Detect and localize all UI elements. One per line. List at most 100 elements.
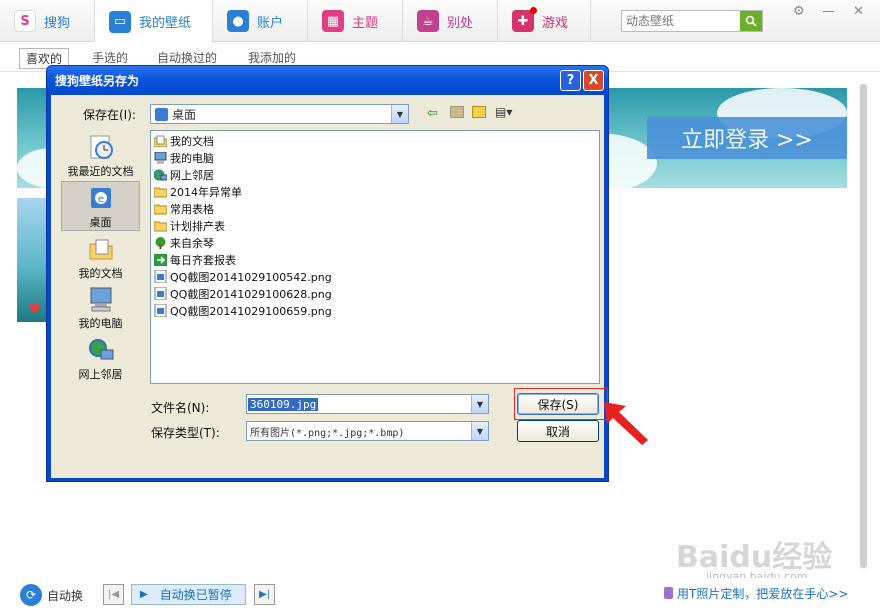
file-name: 计划排产表 (170, 219, 225, 233)
svg-text:e: e (97, 194, 103, 205)
search-input[interactable] (622, 11, 740, 31)
computer-icon (153, 151, 167, 164)
place-label: 我的电脑 (78, 317, 123, 330)
back-arrow-icon[interactable]: ⇦ (427, 106, 438, 121)
place-label: 网上邻居 (78, 368, 123, 381)
tab-games[interactable]: ✚ 游戏 (498, 0, 591, 42)
tab-label: 我的壁纸 (139, 16, 192, 31)
scrollbar[interactable] (859, 84, 868, 570)
promo-link[interactable]: 用T照片定制，把爱放在手心>> (664, 585, 848, 602)
tab-label: 游戏 (542, 15, 569, 31)
paused-status[interactable]: ▶ 自动换已暂停 (131, 584, 246, 605)
dialog-titlebar[interactable]: 搜狗壁纸另存为 (47, 66, 608, 95)
gamepad-icon: ✚ (512, 7, 537, 32)
subtab-auto-changed[interactable]: 自动换过的 (157, 49, 217, 66)
image-file-icon (153, 304, 167, 317)
new-folder-icon[interactable] (472, 106, 486, 118)
tab-label: 账户 (257, 15, 284, 31)
filename-value: 360109.jpg (248, 397, 319, 411)
view-menu-icon[interactable]: ▤▾ (495, 105, 512, 119)
gear-icon[interactable]: ⚙ (793, 4, 805, 19)
file-name: 常用表格 (170, 202, 214, 216)
place-my-documents[interactable]: 我的文档 (61, 231, 140, 281)
list-item[interactable]: QQ截图20141029100659.png (153, 302, 332, 319)
help-icon: ? (566, 73, 575, 88)
play-icon: ▶ (140, 589, 148, 600)
up-folder-icon[interactable] (450, 106, 464, 118)
location-value: 桌面 (172, 107, 197, 122)
list-item[interactable]: 我的文档 (153, 132, 214, 149)
top-bar: S 搜狗 ▭ 我的壁纸 ● 账户 ▦ 主题 ☕ 别处 ✚ 游戏 ⚙ — ✕ (0, 0, 880, 43)
list-item[interactable]: 常用表格 (153, 200, 214, 217)
tab-my-wallpaper[interactable]: ▭ 我的壁纸 (95, 0, 213, 43)
file-list[interactable]: 我的文档 我的电脑 网上邻居 2014年异常单 常用表格 计划排产表 来自余琴 … (150, 130, 600, 384)
list-item[interactable]: 每日齐套报表 (153, 251, 236, 268)
filetype-dropdown[interactable]: 所有图片(*.png;*.jpg;*.bmp) ▼ (246, 421, 489, 441)
list-item[interactable]: QQ截图20141029100542.png (153, 268, 332, 285)
login-button[interactable]: 立即登录 >> (647, 117, 847, 159)
place-desktop[interactable]: e 桌面 (61, 181, 140, 231)
folder-icon (153, 185, 167, 198)
filetype-value: 所有图片(*.png;*.jpg;*.bmp) (250, 427, 405, 439)
list-item[interactable]: 2014年异常单 (153, 183, 242, 200)
filename-label: 文件名(N): (151, 401, 210, 415)
computer-icon (86, 285, 116, 313)
close-icon[interactable]: ✕ (853, 4, 864, 19)
list-item[interactable]: 我的电脑 (153, 149, 214, 166)
subtab-hand-picked[interactable]: 手选的 (92, 49, 128, 66)
network-icon (86, 336, 116, 364)
subtab-added[interactable]: 我添加的 (248, 49, 296, 66)
monitor-icon: ▭ (109, 10, 131, 33)
file-name: 我的文档 (170, 134, 214, 148)
image-file-icon (153, 270, 167, 283)
next-button[interactable]: ▶| (254, 584, 275, 605)
minimize-icon[interactable]: — (822, 4, 835, 19)
skip-forward-icon: ▶| (258, 589, 271, 600)
file-name: 网上邻居 (170, 168, 214, 182)
save-in-label: 保存在(I): (83, 108, 136, 122)
file-name: QQ截图20141029100628.png (170, 287, 332, 301)
list-item[interactable]: 来自余琴 (153, 234, 214, 251)
tab-label: 主题 (352, 15, 379, 31)
save-in-dropdown[interactable]: 桌面 ▼ (150, 104, 409, 124)
folder-docs-icon (86, 235, 116, 263)
tab-label: 别处 (447, 15, 474, 31)
cancel-button[interactable]: 取消 (517, 420, 599, 442)
dialog-body: 保存在(I): 桌面 ▼ ⇦ ▤▾ 我最近的文档 e 桌面 我的文档 我的电脑 … (51, 95, 604, 478)
skip-back-icon: |◀ (107, 589, 120, 600)
dialog-title: 搜狗壁纸另存为 (55, 74, 140, 88)
close-icon: X (588, 73, 599, 88)
list-item[interactable]: 计划排产表 (153, 217, 225, 234)
place-recent[interactable]: 我最近的文档 (61, 129, 140, 179)
network-icon (153, 168, 167, 181)
heart-icon[interactable]: ♥ (28, 300, 41, 318)
search-icon (745, 15, 757, 27)
tab-theme[interactable]: ▦ 主题 (308, 0, 403, 42)
list-item[interactable]: 网上邻居 (153, 166, 214, 183)
search-button[interactable] (740, 11, 762, 31)
folder-docs-icon (153, 134, 167, 147)
auto-change-label: 自动换 (47, 589, 84, 603)
tab-sogou[interactable]: S 搜狗 (0, 0, 95, 42)
clock-document-icon (86, 133, 116, 161)
place-label: 我的文档 (78, 267, 123, 280)
tab-account[interactable]: ● 账户 (213, 0, 308, 42)
scrollbar-thumb[interactable] (860, 84, 867, 568)
desktop-icon: e (86, 184, 116, 212)
file-name: QQ截图20141029100659.png (170, 304, 332, 318)
file-name: 我的电脑 (170, 151, 214, 165)
dialog-close-button[interactable]: X (583, 70, 604, 91)
place-network[interactable]: 网上邻居 (61, 332, 140, 382)
place-my-computer[interactable]: 我的电脑 (61, 281, 140, 331)
previous-button[interactable]: |◀ (103, 584, 124, 605)
chevron-down-icon: ▼ (471, 395, 488, 413)
auto-change-icon[interactable]: ⟳ (20, 584, 42, 606)
filename-field[interactable]: 360109.jpg ▼ (246, 394, 489, 414)
tab-elsewhere[interactable]: ☕ 别处 (403, 0, 498, 42)
tab-label: 搜狗 (44, 15, 71, 31)
list-item[interactable]: QQ截图20141029100628.png (153, 285, 332, 302)
file-name: 2014年异常单 (170, 185, 242, 199)
folder-icon (153, 202, 167, 215)
help-button[interactable]: ? (560, 70, 581, 91)
chevron-down-icon: ▼ (471, 422, 488, 440)
